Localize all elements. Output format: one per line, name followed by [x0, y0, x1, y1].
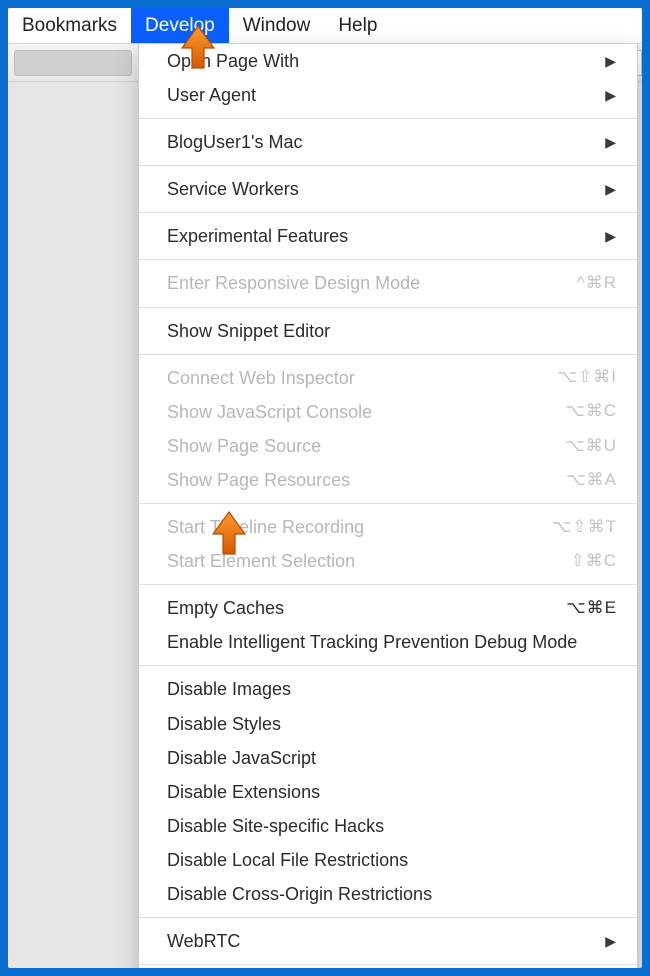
menu-item-shortcut: ⌥⌘E [566, 596, 617, 621]
menu-item-label: Experimental Features [167, 223, 348, 249]
menu-item-label: Disable Images [167, 676, 291, 702]
menu-item-disable-styles[interactable]: Disable Styles [139, 707, 637, 741]
menu-item-show-javascript-console: Show JavaScript Console ⌥⌘C [139, 395, 637, 429]
menu-separator [139, 165, 637, 166]
menu-item-service-workers[interactable]: Service Workers ▶ [139, 172, 637, 206]
menu-separator [139, 584, 637, 585]
menu-item-label: User Agent [167, 82, 256, 108]
develop-menu-dropdown: Open Page With▶User Agent▶BlogUser1's Ma… [138, 44, 638, 968]
menu-item-connect-web-inspector: Connect Web Inspector ⌥⇧⌘I [139, 361, 637, 395]
menu-item-webrtc[interactable]: WebRTC ▶ [139, 924, 637, 958]
menu-item-enable-intelligent-tracking-prevention-debug-mode[interactable]: Enable Intelligent Tracking Prevention D… [139, 625, 637, 659]
menu-item-experimental-features[interactable]: Experimental Features ▶ [139, 219, 637, 253]
menu-item-empty-caches[interactable]: Empty Caches ⌥⌘E [139, 591, 637, 625]
submenu-arrow-icon: ▶ [605, 51, 617, 71]
submenu-arrow-icon: ▶ [605, 132, 617, 152]
menu-item-label: Disable Extensions [167, 779, 320, 805]
menu-separator [139, 212, 637, 213]
menu-separator [139, 917, 637, 918]
menu-item-shortcut: ⌥⌘A [566, 468, 617, 493]
menu-separator [139, 665, 637, 666]
menu-item-label: Disable JavaScript [167, 745, 316, 771]
menu-item-disable-local-file-restrictions[interactable]: Disable Local File Restrictions [139, 843, 637, 877]
menu-item-label: Open Page With [167, 48, 299, 74]
menu-item-disable-cross-origin-restrictions[interactable]: Disable Cross-Origin Restrictions [139, 877, 637, 911]
menu-item-shortcut: ^⌘R [577, 271, 617, 296]
menubar-item-develop[interactable]: Develop [131, 8, 229, 43]
submenu-arrow-icon: ▶ [605, 179, 617, 199]
menu-item-label: Start Element Selection [167, 548, 355, 574]
menu-item-shortcut: ⌥⇧⌘T [552, 515, 617, 540]
window-frame: PC.com BookmarksDevelopWindowHelp Open P… [8, 8, 642, 968]
menu-item-disable-site-specific-hacks[interactable]: Disable Site-specific Hacks [139, 809, 637, 843]
menu-item-label: BlogUser1's Mac [167, 129, 302, 155]
menu-separator [139, 118, 637, 119]
submenu-arrow-icon: ▶ [605, 85, 617, 105]
menu-item-label: Start Timeline Recording [167, 514, 364, 540]
menu-item-label: Show JavaScript Console [167, 399, 372, 425]
menu-item-label: Enter Responsive Design Mode [167, 270, 420, 296]
menu-item-show-snippet-editor[interactable]: Show Snippet Editor [139, 314, 637, 348]
menu-item-user-agent[interactable]: User Agent ▶ [139, 78, 637, 112]
menu-item-shortcut: ⇧⌘C [570, 549, 617, 574]
menu-item-shortcut: ⌥⇧⌘I [557, 365, 617, 390]
menu-item-label: Empty Caches [167, 595, 284, 621]
menu-item-label: Enable Intelligent Tracking Prevention D… [167, 629, 577, 655]
menubar-item-help[interactable]: Help [324, 8, 391, 43]
menu-item-shortcut: ⌥⌘U [565, 434, 617, 459]
submenu-arrow-icon: ▶ [605, 226, 617, 246]
menu-item-show-page-source: Show Page Source ⌥⌘U [139, 429, 637, 463]
menu-separator [139, 354, 637, 355]
menu-item-disable-extensions[interactable]: Disable Extensions [139, 775, 637, 809]
menu-item-open-page-with[interactable]: Open Page With ▶ [139, 44, 637, 78]
menu-item-label: Disable Site-specific Hacks [167, 813, 384, 839]
menu-item-start-element-selection: Start Element Selection ⇧⌘C [139, 544, 637, 578]
tab-stub[interactable] [14, 50, 132, 76]
menu-item-label: Connect Web Inspector [167, 365, 355, 391]
submenu-arrow-icon: ▶ [605, 931, 617, 951]
menu-separator [139, 259, 637, 260]
menu-separator [139, 307, 637, 308]
menu-item-label: Show Page Source [167, 433, 321, 459]
menu-separator [139, 503, 637, 504]
menu-item-label: WebRTC [167, 928, 240, 954]
menu-item-bloguser1-s-mac[interactable]: BlogUser1's Mac ▶ [139, 125, 637, 159]
menu-item-label: Disable Cross-Origin Restrictions [167, 881, 432, 907]
menubar: BookmarksDevelopWindowHelp [8, 8, 642, 44]
menu-separator [139, 964, 637, 965]
menu-item-enter-responsive-design-mode: Enter Responsive Design Mode ^⌘R [139, 266, 637, 300]
menubar-item-window[interactable]: Window [229, 8, 325, 43]
menu-item-disable-images[interactable]: Disable Images [139, 672, 637, 706]
menu-item-show-page-resources: Show Page Resources ⌥⌘A [139, 463, 637, 497]
menu-item-shortcut: ⌥⌘C [565, 399, 617, 424]
menu-item-label: Service Workers [167, 176, 299, 202]
menu-item-label: Disable Styles [167, 711, 281, 737]
menubar-item-bookmarks[interactable]: Bookmarks [8, 8, 131, 43]
menu-item-label: Disable Local File Restrictions [167, 847, 408, 873]
menu-item-start-timeline-recording: Start Timeline Recording ⌥⇧⌘T [139, 510, 637, 544]
menu-item-label: Show Snippet Editor [167, 318, 330, 344]
menu-item-label: Show Page Resources [167, 467, 350, 493]
menu-item-disable-javascript[interactable]: Disable JavaScript [139, 741, 637, 775]
